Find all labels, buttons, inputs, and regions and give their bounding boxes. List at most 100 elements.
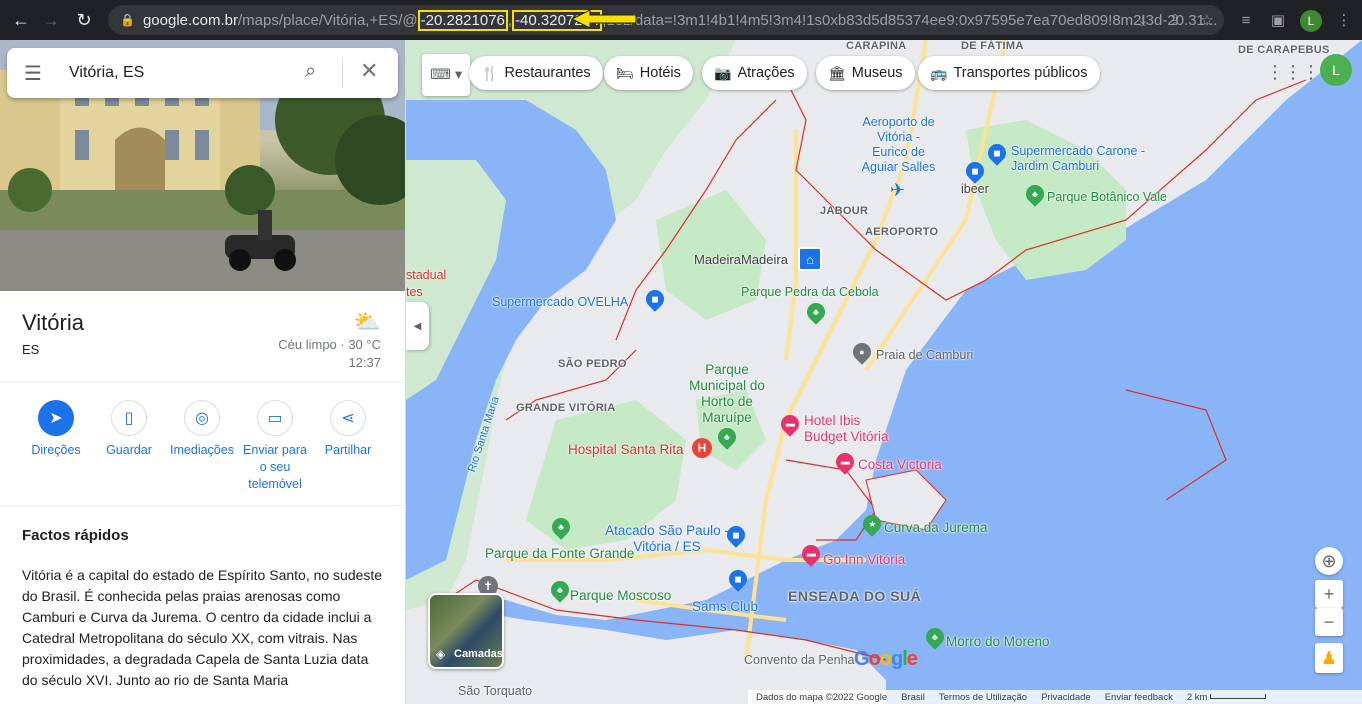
weather-condition: Céu limpo · 30 °C bbox=[278, 337, 381, 352]
label-parque-fonte: Parque da Fonte Grande bbox=[485, 546, 635, 561]
chip-hotels-label: Hotéis bbox=[639, 65, 681, 81]
label-praia-camburi: Praia de Camburi bbox=[876, 348, 974, 362]
label-carapebus: DE CARAPEBUS bbox=[1238, 44, 1330, 56]
url-host: google.com.br bbox=[142, 11, 239, 29]
map-canvas[interactable]: ⌨ ▾ 🍴 Restaurantes 🛏 Hotéis 📷 Atrações 🏛… bbox=[406, 40, 1362, 704]
search-icon[interactable]: ⌕ bbox=[305, 60, 316, 83]
label-jabour: JABOUR bbox=[820, 205, 869, 217]
label-sams-club: Sams Club bbox=[692, 599, 759, 614]
back-icon[interactable]: ← bbox=[10, 9, 32, 31]
directions-button[interactable]: ➤ Direções bbox=[20, 400, 92, 459]
lock-icon: 🔒 bbox=[120, 13, 135, 27]
feedback-link[interactable]: Enviar feedback bbox=[1105, 692, 1173, 703]
facts-heading: Factos rápidos bbox=[22, 527, 129, 544]
profile-avatar[interactable]: L bbox=[1300, 10, 1322, 32]
terms-link[interactable]: Termos de Utilização bbox=[939, 692, 1027, 703]
chip-restaurants[interactable]: 🍴 Restaurantes bbox=[469, 56, 603, 90]
directions-icon: ➤ bbox=[38, 400, 74, 436]
privacy-link[interactable]: Privacidade bbox=[1041, 692, 1091, 703]
sun-cloud-icon: ⛅ bbox=[353, 309, 381, 334]
airplane-icon[interactable]: ✈ bbox=[890, 180, 905, 201]
sidepanel-icon[interactable]: ▣ bbox=[1268, 10, 1288, 30]
zoom-out-button[interactable]: − bbox=[1315, 608, 1343, 636]
account-avatar[interactable]: L bbox=[1320, 54, 1352, 86]
directions-label: Direções bbox=[31, 443, 81, 457]
search-box: ☰ ⌕ ✕ bbox=[7, 48, 398, 98]
forward-icon[interactable]: → bbox=[40, 9, 62, 31]
star-icon[interactable]: ☆ bbox=[1197, 10, 1217, 30]
hospital-pin-icon[interactable]: H bbox=[692, 438, 712, 458]
label-sao-pedro: SÃO PEDRO bbox=[558, 358, 627, 370]
install-icon[interactable]: ⤓ bbox=[1133, 10, 1153, 30]
crosshair-icon: ⊕ bbox=[1321, 550, 1337, 571]
nearby-label: Imediações bbox=[170, 443, 234, 457]
send-to-phone-button[interactable]: ▭ Enviar para o seu telemóvel bbox=[239, 400, 311, 493]
weather-time: 12:37 bbox=[348, 355, 381, 370]
keyboard-icon: ⌨ ▾ bbox=[430, 67, 463, 83]
chip-attractions-label: Atrações bbox=[737, 65, 795, 81]
map-data-text: Dados do mapa ©2022 Google bbox=[756, 691, 888, 703]
nearby-button[interactable]: ◎ Imediações bbox=[166, 400, 238, 459]
label-estadual: stadual bbox=[406, 268, 447, 282]
place-title: Vitória bbox=[22, 310, 84, 335]
label-madeiramadeira: MadeiraMadeira bbox=[694, 252, 788, 267]
address-bar[interactable]: 🔒 google.com.br /maps/place/Vitória,+ES/… bbox=[108, 5, 1224, 35]
pegman-icon: ♟ bbox=[1320, 647, 1338, 668]
label-enseada: ENSEADA DO SUÁ bbox=[788, 588, 922, 604]
kebab-menu-icon[interactable]: ⋮ bbox=[1334, 10, 1354, 30]
chip-attractions[interactable]: 📷 Atrações bbox=[702, 56, 807, 90]
hamburger-menu-icon[interactable]: ☰ bbox=[7, 48, 59, 98]
store-pin-icon[interactable]: ⌂ bbox=[798, 247, 822, 271]
search-divider bbox=[342, 58, 343, 88]
save-button[interactable]: ▯ Guardar bbox=[93, 400, 165, 459]
chip-transit[interactable]: 🚌 Transportes públicos bbox=[918, 56, 1100, 90]
facts-text: Vitória é a capital do estado de Espírit… bbox=[22, 567, 383, 688]
label-parque-moscoso: Parque Moscoso bbox=[570, 588, 672, 603]
media-icon[interactable]: ≡ bbox=[1236, 10, 1256, 30]
scale-label[interactable]: 2 km bbox=[1187, 692, 1267, 703]
browser-toolbar: ← → ↻ 🔒 google.com.br /maps/place/Vitóri… bbox=[0, 0, 1362, 40]
chip-transit-label: Transportes públicos bbox=[953, 65, 1088, 81]
label-supermercado-carone: Supermercado Carone - Jardim Camburi bbox=[1011, 144, 1146, 173]
chip-museums[interactable]: 🏛 Museus bbox=[816, 56, 915, 90]
share-label: Partilhar bbox=[324, 443, 372, 457]
label-parque-horto: Parque Municipal do Horto de Maruípe bbox=[689, 362, 765, 425]
reload-icon[interactable]: ↻ bbox=[73, 9, 95, 31]
collapse-panel-button[interactable]: ◀ bbox=[406, 302, 429, 350]
share-button[interactable]: ⋖ Partilhar bbox=[312, 400, 384, 459]
chip-restaurants-label: Restaurantes bbox=[504, 65, 591, 81]
phone-icon: ▭ bbox=[257, 400, 293, 436]
apps-grid-icon[interactable]: ⋮⋮⋮ bbox=[1266, 62, 1320, 83]
divider bbox=[0, 505, 405, 506]
keyboard-toggle[interactable]: ⌨ ▾ bbox=[422, 54, 471, 96]
chip-hotels[interactable]: 🛏 Hotéis bbox=[604, 56, 693, 90]
share-icon: ⋖ bbox=[330, 400, 366, 436]
label-hospital: Hospital Santa Rita bbox=[568, 442, 684, 457]
my-location-button[interactable]: ⊕ bbox=[1315, 547, 1343, 575]
label-ibeer: ibeer bbox=[961, 182, 989, 196]
bookmark-icon: ▯ bbox=[111, 400, 147, 436]
label-carapina: CARAPINA bbox=[846, 40, 907, 52]
url-latitude: -20.2821076 bbox=[417, 9, 508, 31]
camera-icon: 📷 bbox=[714, 64, 732, 81]
pegman-button[interactable]: ♟ bbox=[1315, 643, 1343, 673]
url-path: /maps/place/Vitória,+ES/@ bbox=[238, 11, 418, 29]
layers-label: Camadas bbox=[454, 648, 503, 660]
zoom-in-button[interactable]: + bbox=[1315, 580, 1343, 608]
attribution-bar: Dados do mapa ©2022 Google Brasil Termos… bbox=[748, 690, 1362, 704]
label-aeroporto: AEROPORTO bbox=[865, 226, 939, 238]
chip-museums-label: Museus bbox=[851, 65, 903, 81]
label-convento: Convento da Penha bbox=[744, 653, 855, 667]
search-input[interactable] bbox=[69, 64, 299, 82]
bed-icon: 🛏 bbox=[616, 64, 634, 81]
url-path-rest: ,13z/data=!3m1!4b1!4m5!3m4!1s0xb83d5d853… bbox=[602, 11, 1218, 29]
layers-button[interactable]: ◈ Camadas bbox=[428, 593, 504, 669]
close-icon[interactable]: ✕ bbox=[360, 58, 378, 84]
chevron-left-icon: ◀ bbox=[413, 320, 422, 332]
label-grande-vitoria: GRANDE VITÓRIA bbox=[516, 402, 616, 414]
label-aeroporto-vitoria: Aeroporto de Vitória - Eurico de Aguiar … bbox=[861, 115, 936, 174]
share-icon[interactable]: ⇪ bbox=[1165, 10, 1185, 30]
country-link[interactable]: Brasil bbox=[901, 692, 925, 703]
weather-widget: ⛅ Céu limpo · 30 °C 12:37 bbox=[278, 308, 381, 372]
save-label: Guardar bbox=[106, 443, 152, 457]
